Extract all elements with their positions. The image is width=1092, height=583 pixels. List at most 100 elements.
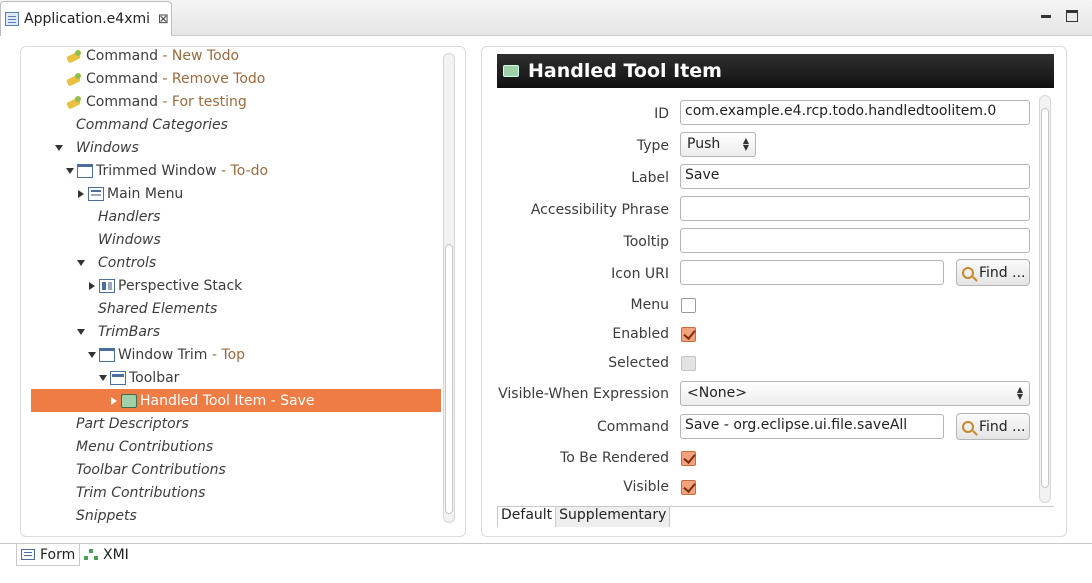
tree-item[interactable]: Command - New Todo	[31, 47, 441, 67]
tab-xmi-label: XMI	[103, 547, 129, 563]
minimize-icon[interactable]	[1040, 10, 1052, 22]
type-select[interactable]: Push ▲ ▼	[680, 132, 756, 157]
icon-uri-find-button[interactable]: Find ...	[956, 259, 1030, 286]
tree-item-label: Window Trim	[118, 346, 208, 363]
tree-item[interactable]: Toolbar	[31, 366, 441, 389]
tree-item[interactable]: Snippets	[31, 504, 441, 527]
label-label: Label	[631, 170, 669, 186]
detail-form: ID com.example.e4.rcp.todo.handledtoolit…	[497, 88, 1054, 506]
tree-item[interactable]: Shared Elements	[31, 297, 441, 320]
expanded-arrow-icon[interactable]	[75, 326, 87, 338]
detail-header: Handled Tool Item	[497, 54, 1054, 88]
tree-item[interactable]: Main Menu	[31, 182, 441, 205]
tree-item[interactable]: Controls	[31, 251, 441, 274]
expanded-arrow-icon[interactable]	[97, 372, 109, 384]
tree-scrollbar[interactable]	[443, 53, 455, 523]
tree-item-label: Toolbar	[129, 369, 180, 386]
tab-form[interactable]: Form	[16, 544, 81, 566]
tree-item[interactable]: Window Trim - Top	[31, 343, 441, 366]
tree-item[interactable]: Perspective Stack	[31, 274, 441, 297]
type-value: Push	[687, 136, 721, 152]
accessibility-field[interactable]	[680, 196, 1030, 221]
maximize-icon[interactable]	[1066, 10, 1078, 22]
command-icon	[66, 95, 83, 109]
expanded-arrow-icon[interactable]	[75, 257, 87, 269]
label-field[interactable]: Save	[680, 164, 1030, 189]
command-find-button[interactable]: Find ...	[956, 413, 1030, 440]
detail-scrollbar[interactable]	[1039, 95, 1051, 503]
enabled-checkbox[interactable]	[681, 327, 696, 342]
detail-scrollbar-thumb[interactable]	[1041, 108, 1049, 488]
tree-item-label: Snippets	[76, 507, 137, 524]
visible-checkbox[interactable]	[681, 480, 696, 495]
search-icon	[962, 266, 974, 279]
collapsed-arrow-icon[interactable]	[86, 280, 98, 292]
tree-item-label: Trimmed Window	[96, 162, 217, 179]
tree-item[interactable]: Menu Contributions	[31, 435, 441, 458]
tree-item-label: Perspective Stack	[118, 277, 243, 294]
id-field[interactable]: com.example.e4.rcp.todo.handledtoolitem.…	[680, 100, 1030, 125]
icon-uri-field[interactable]	[680, 260, 944, 285]
command-field[interactable]: Save - org.eclipse.ui.file.saveAll	[680, 414, 944, 439]
collapsed-arrow-icon[interactable]	[75, 188, 87, 200]
tree-item-label: TrimBars	[98, 323, 160, 340]
command-find-label: Find ...	[979, 418, 1026, 435]
visible-when-value: <None>	[687, 385, 747, 401]
editor-bottom-tabs: Form XMI	[0, 543, 1092, 583]
accessibility-label: Accessibility Phrase	[530, 202, 669, 218]
tree-item[interactable]: Part Descriptors	[31, 412, 441, 435]
spinner-icon: ▲ ▼	[1016, 385, 1023, 401]
tree-item[interactable]: Command Categories	[31, 113, 441, 136]
tree-item[interactable]: Handled Tool Item - Save	[31, 389, 441, 412]
tree-item[interactable]: Windows	[31, 228, 441, 251]
to-be-rendered-label: To Be Rendered	[560, 450, 669, 466]
tree-item[interactable]: Windows	[31, 136, 441, 159]
menu-checkbox[interactable]	[681, 298, 696, 313]
tree-item[interactable]: Command - Remove Todo	[31, 67, 441, 90]
file-icon	[5, 12, 19, 26]
expanded-arrow-icon[interactable]	[53, 142, 65, 154]
stack-icon	[99, 278, 115, 293]
toolitem-icon	[121, 393, 137, 408]
tab-default[interactable]: Default	[497, 507, 557, 527]
window-icon	[99, 347, 115, 362]
tab-xmi[interactable]: XMI	[80, 544, 133, 566]
close-icon[interactable]: ⊠	[158, 12, 169, 27]
enabled-label: Enabled	[612, 326, 669, 342]
icon-uri-find-label: Find ...	[979, 264, 1026, 281]
tree-item[interactable]: Toolbar Contributions	[31, 458, 441, 481]
menu-icon	[88, 186, 104, 201]
expanded-arrow-icon[interactable]	[86, 349, 98, 361]
tree-item[interactable]: Command - For testing	[31, 90, 441, 113]
tooltip-label: Tooltip	[623, 234, 669, 250]
to-be-rendered-checkbox[interactable]	[681, 451, 696, 466]
tree-item[interactable]: TrimBars	[31, 320, 441, 343]
visible-when-select[interactable]: <None> ▲ ▼	[680, 381, 1030, 406]
editor-tab-application[interactable]: Application.e4xmi ⊠	[0, 1, 172, 36]
tooltip-field[interactable]	[680, 228, 1030, 253]
detail-title: Handled Tool Item	[528, 60, 722, 82]
icon-uri-label: Icon URI	[611, 266, 669, 282]
tree-item-sublabel: - Save	[266, 392, 315, 409]
visible-when-label: Visible-When Expression	[498, 386, 669, 402]
expanded-arrow-icon[interactable]	[64, 165, 76, 177]
tree-item[interactable]: Handlers	[31, 205, 441, 228]
detail-panel: Handled Tool Item ID com.example.e4.rcp.…	[481, 46, 1067, 537]
tree-item-sublabel: - New Todo	[157, 47, 240, 64]
tree-item-label: Windows	[98, 231, 161, 248]
tree-item-label: Command	[86, 70, 158, 87]
tree-item-label: Handled Tool Item	[140, 392, 267, 409]
command-icon	[66, 49, 83, 63]
collapsed-arrow-icon[interactable]	[108, 395, 120, 407]
tree-item[interactable]: Trimmed Window - To-do	[31, 159, 441, 182]
tree-scrollbar-thumb[interactable]	[445, 244, 453, 514]
tree-item-label: Handlers	[98, 208, 161, 225]
tree-item[interactable]: Trim Contributions	[31, 481, 441, 504]
tab-supplementary[interactable]: Supplementary	[556, 507, 671, 527]
